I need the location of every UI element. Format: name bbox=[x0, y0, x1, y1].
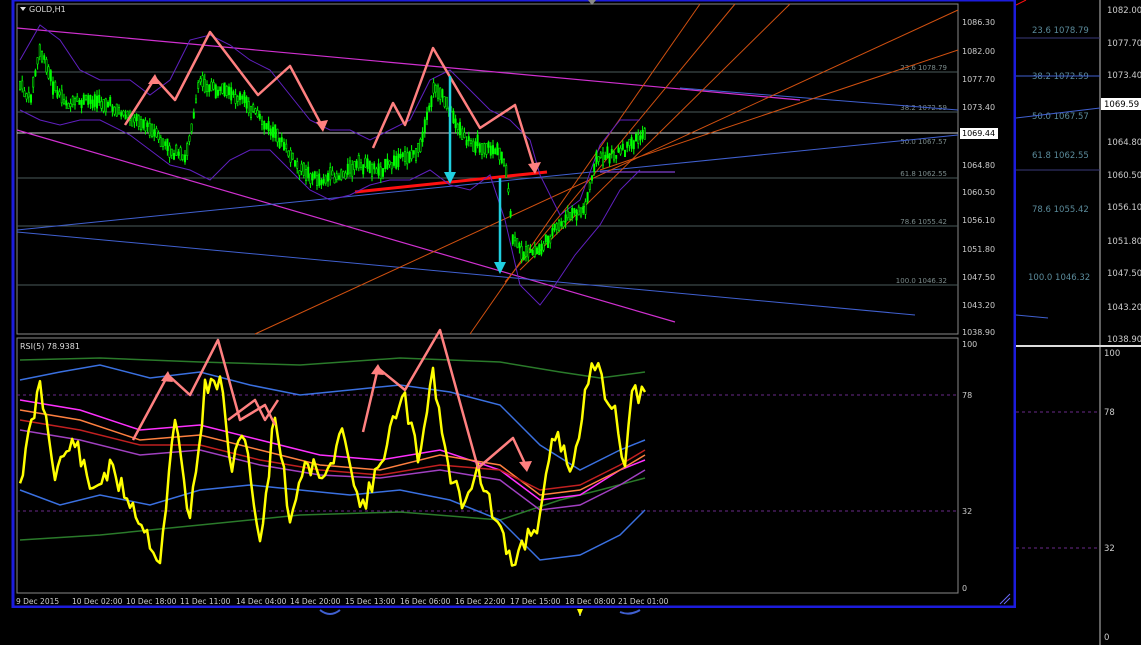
rsi-title: RSI(5) 78.9381 bbox=[20, 342, 80, 351]
svg-text:1060.50: 1060.50 bbox=[962, 188, 995, 197]
svg-text:14 Dec 20:00: 14 Dec 20:00 bbox=[290, 597, 341, 606]
svg-text:15 Dec 13:00: 15 Dec 13:00 bbox=[345, 597, 396, 606]
svg-text:10 Dec 02:00: 10 Dec 02:00 bbox=[72, 597, 123, 606]
svg-text:0: 0 bbox=[962, 584, 967, 593]
svg-text:1038.90: 1038.90 bbox=[1107, 335, 1141, 345]
svg-text:1043.20: 1043.20 bbox=[962, 301, 995, 310]
bottom-bar bbox=[0, 608, 1016, 645]
svg-text:100.0 1046.32: 100.0 1046.32 bbox=[1028, 273, 1090, 283]
svg-text:50.0 1067.57: 50.0 1067.57 bbox=[1032, 112, 1089, 122]
svg-text:1056.10: 1056.10 bbox=[962, 216, 995, 225]
svg-text:17 Dec 15:00: 17 Dec 15:00 bbox=[510, 597, 561, 606]
svg-text:100: 100 bbox=[1104, 349, 1120, 359]
chart-workspace[interactable]: GOLD,H1 RSI(5) 78.9381 23.6 1078.79 38.2… bbox=[0, 0, 1141, 645]
svg-text:16 Dec 22:00: 16 Dec 22:00 bbox=[455, 597, 506, 606]
svg-text:16 Dec 06:00: 16 Dec 06:00 bbox=[400, 597, 451, 606]
svg-text:10 Dec 18:00: 10 Dec 18:00 bbox=[126, 597, 177, 606]
svg-text:1064.80: 1064.80 bbox=[1107, 138, 1141, 148]
chart-title: GOLD,H1 bbox=[29, 5, 66, 14]
svg-text:78.6 1055.42: 78.6 1055.42 bbox=[1032, 205, 1089, 215]
svg-text:1086.30: 1086.30 bbox=[962, 18, 995, 27]
svg-text:23.6 1078.79: 23.6 1078.79 bbox=[1032, 26, 1089, 36]
svg-text:1051.80: 1051.80 bbox=[1107, 237, 1141, 247]
svg-text:1038.90: 1038.90 bbox=[962, 328, 995, 337]
svg-text:1047.50: 1047.50 bbox=[962, 273, 995, 282]
svg-text:61.8 1062.55: 61.8 1062.55 bbox=[900, 170, 947, 178]
svg-text:32: 32 bbox=[962, 507, 972, 516]
svg-text:21 Dec 01:00: 21 Dec 01:00 bbox=[618, 597, 669, 606]
svg-text:1056.10: 1056.10 bbox=[1107, 203, 1141, 213]
right-current-price-label: 1069.59 bbox=[1104, 100, 1139, 110]
svg-text:1060.50: 1060.50 bbox=[1107, 171, 1141, 181]
svg-text:50.0 1067.57: 50.0 1067.57 bbox=[900, 138, 947, 146]
svg-text:1043.20: 1043.20 bbox=[1107, 303, 1141, 313]
svg-text:78: 78 bbox=[1104, 408, 1115, 418]
current-price-label: 1069.44 bbox=[962, 129, 995, 138]
svg-text:11 Dec 11:00: 11 Dec 11:00 bbox=[180, 597, 231, 606]
svg-text:1047.50: 1047.50 bbox=[1107, 269, 1141, 279]
svg-text:14 Dec 04:00: 14 Dec 04:00 bbox=[236, 597, 287, 606]
svg-text:61.8 1062.55: 61.8 1062.55 bbox=[1032, 151, 1089, 161]
svg-text:23.6 1078.79: 23.6 1078.79 bbox=[900, 64, 947, 72]
svg-text:78: 78 bbox=[962, 391, 972, 400]
svg-text:38.2 1072.59: 38.2 1072.59 bbox=[900, 104, 947, 112]
svg-text:1082.00: 1082.00 bbox=[1107, 6, 1141, 16]
svg-text:32: 32 bbox=[1104, 544, 1115, 554]
svg-text:1064.80: 1064.80 bbox=[962, 161, 995, 170]
svg-text:78.6 1055.42: 78.6 1055.42 bbox=[900, 218, 947, 226]
svg-text:38.2 1072.59: 38.2 1072.59 bbox=[1032, 72, 1089, 82]
svg-text:100: 100 bbox=[962, 340, 977, 349]
svg-text:18 Dec 08:00: 18 Dec 08:00 bbox=[565, 597, 616, 606]
svg-text:100.0 1046.32: 100.0 1046.32 bbox=[896, 277, 947, 285]
svg-text:1073.40: 1073.40 bbox=[962, 103, 995, 112]
svg-text:0: 0 bbox=[1104, 633, 1109, 643]
svg-text:1082.00: 1082.00 bbox=[962, 47, 995, 56]
svg-text:1077.70: 1077.70 bbox=[962, 75, 995, 84]
svg-text:1077.70: 1077.70 bbox=[1107, 39, 1141, 49]
svg-text:1073.40: 1073.40 bbox=[1107, 71, 1141, 81]
svg-text:1051.80: 1051.80 bbox=[962, 245, 995, 254]
svg-text:9 Dec 2015: 9 Dec 2015 bbox=[16, 597, 59, 606]
